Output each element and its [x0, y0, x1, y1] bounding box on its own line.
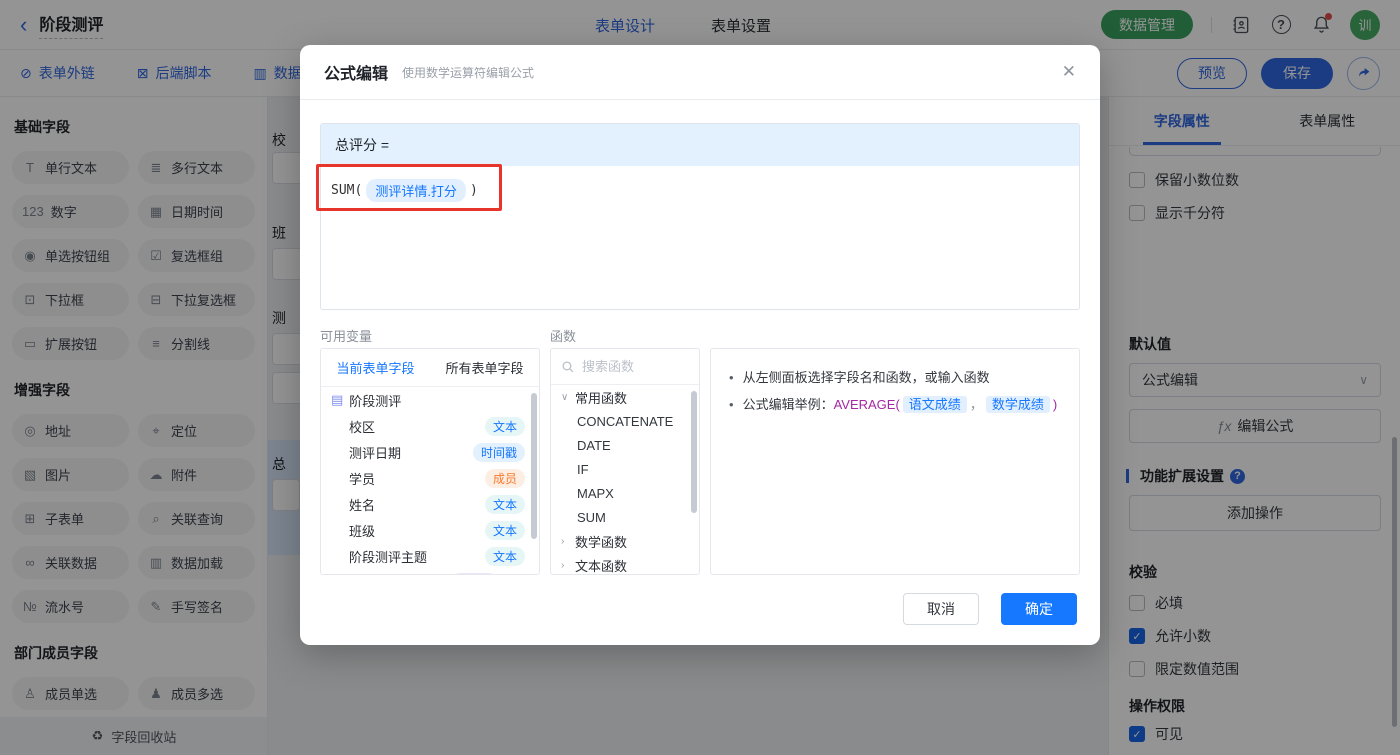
formula-editor-modal: 公式编辑 使用数学运算符编辑公式 ✕ 总评分 = SUM( 测评详情.打分 ) … [300, 45, 1100, 645]
variables-tab[interactable]: 所有表单字段 [430, 349, 539, 386]
search-icon [561, 360, 575, 374]
formula-target: 总评分 = [321, 124, 1079, 166]
confirm-button[interactable]: 确定 [1001, 593, 1077, 625]
partial-badge [451, 573, 497, 575]
function-item[interactable]: IF [551, 457, 699, 481]
variable-row[interactable]: 测评日期时间戳 [321, 439, 539, 465]
variable-row[interactable]: 阶段测评主题文本 [321, 543, 539, 569]
function-group[interactable]: ∨常用函数 [551, 385, 699, 409]
variables-scrollbar[interactable] [531, 393, 537, 539]
chevron-right-icon: › [561, 560, 570, 571]
variable-row[interactable]: 姓名文本 [321, 491, 539, 517]
field-type-badge: 文本 [485, 417, 525, 436]
close-icon[interactable]: ✕ [1062, 62, 1076, 82]
variable-tree-root[interactable]: ▤阶段测评 [321, 387, 539, 413]
variables-tab[interactable]: 当前表单字段 [321, 349, 430, 386]
field-type-badge: 文本 [485, 521, 525, 540]
cancel-button[interactable]: 取消 [903, 593, 979, 625]
variable-row[interactable]: 班级文本 [321, 517, 539, 543]
tip-line-2: 公式编辑举例：AVERAGE(语文成绩，数学成绩) [729, 391, 1061, 418]
example-chip: 数学成绩 [986, 396, 1050, 413]
variables-panel: 当前表单字段所有表单字段 ▤阶段测评校区文本测评日期时间戳学员成员姓名文本班级文… [320, 348, 540, 575]
tips-panel: 从左侧面板选择字段名和函数，或输入函数 公式编辑举例：AVERAGE(语文成绩，… [710, 348, 1080, 575]
modal-subtitle: 使用数学运算符编辑公式 [402, 64, 534, 81]
variables-label: 可用变量 [320, 326, 372, 345]
formula-func-close: ) [470, 183, 478, 198]
function-search [551, 349, 699, 385]
field-type-badge: 成员 [485, 469, 525, 488]
example-chip: 语文成绩 [903, 396, 967, 413]
functions-scrollbar[interactable] [691, 391, 697, 513]
functions-label: 函数 [550, 326, 576, 345]
field-type-badge: 时间戳 [473, 443, 525, 462]
function-group[interactable]: ›文本函数 [551, 553, 699, 575]
function-group[interactable]: ›数学函数 [551, 529, 699, 553]
functions-panel: ∨常用函数CONCATENATEDATEIFMAPXSUM›数学函数›文本函数 [550, 348, 700, 575]
form-doc-icon: ▤ [331, 392, 343, 408]
formula-func-open: SUM( [331, 183, 362, 198]
variable-row[interactable]: 校区文本 [321, 413, 539, 439]
example-function: AVERAGE( [834, 397, 900, 412]
tip-line-1: 从左侧面板选择字段名和函数，或输入函数 [729, 364, 1061, 391]
function-item[interactable]: SUM [551, 505, 699, 529]
function-item[interactable]: MAPX [551, 481, 699, 505]
formula-field-chip[interactable]: 测评详情.打分 [366, 179, 466, 202]
field-type-badge: 文本 [485, 547, 525, 566]
variable-row[interactable]: 学员成员 [321, 465, 539, 491]
variables-tabs: 当前表单字段所有表单字段 [321, 349, 539, 387]
function-search-input[interactable] [582, 359, 682, 374]
formula-input-area[interactable]: SUM( 测评详情.打分 ) [321, 166, 1079, 215]
function-item[interactable]: CONCATENATE [551, 409, 699, 433]
formula-editor-box: 总评分 = SUM( 测评详情.打分 ) [320, 123, 1080, 310]
chevron-down-icon: ∨ [561, 392, 570, 403]
field-type-badge: 文本 [485, 495, 525, 514]
function-item[interactable]: DATE [551, 433, 699, 457]
chevron-right-icon: › [561, 536, 570, 547]
modal-title: 公式编辑 [324, 60, 388, 84]
